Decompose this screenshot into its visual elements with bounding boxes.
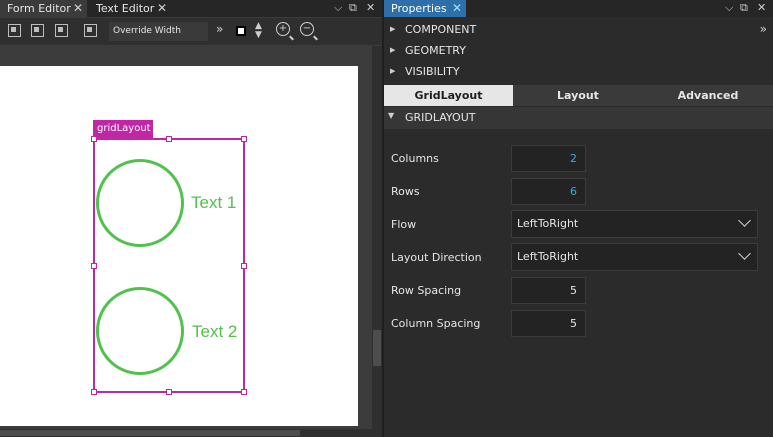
chevron-down-icon[interactable]: ⌵: [725, 1, 733, 15]
zoom-in-icon[interactable]: +: [276, 22, 290, 36]
tab-properties-label: Properties: [391, 2, 447, 15]
undock-icon[interactable]: ⧉: [740, 1, 748, 15]
tab-layout[interactable]: Layout: [513, 85, 643, 106]
tab-properties[interactable]: Properties ✕: [384, 0, 466, 17]
close-icon[interactable]: ✕: [157, 0, 167, 17]
layout-tag[interactable]: gridLayout: [93, 120, 153, 138]
row-spacing-spinbox[interactable]: 5: [511, 277, 586, 304]
row-spacing-label: Row Spacing: [391, 284, 462, 297]
grid-layout-selection[interactable]: Text 1 Text 2: [91, 136, 247, 395]
property-subtabs: GridLayout Layout Advanced: [384, 85, 773, 106]
resize-handle[interactable]: [91, 136, 97, 142]
close-icon[interactable]: ✕: [366, 1, 375, 14]
section-component[interactable]: ▶ COMPONENT: [384, 19, 773, 40]
close-icon[interactable]: ✕: [452, 0, 462, 17]
expand-arrow-icon: ▶: [390, 25, 396, 33]
properties-pane: Properties ✕ ⌵ ⧉ ✕ » ▶ COMPONENT ▶ GEOME…: [384, 0, 773, 437]
expand-arrow-icon: ▶: [390, 67, 396, 75]
tab-form-editor[interactable]: Form Editor ✕: [0, 0, 87, 17]
vertical-scrollbar-thumb[interactable]: [373, 330, 381, 366]
flow-label: Flow: [391, 218, 417, 231]
tab-text-editor[interactable]: Text Editor ✕: [89, 0, 171, 17]
anchor-icon[interactable]: [55, 24, 68, 37]
resize-handle[interactable]: [166, 389, 172, 395]
columns-label: Columns: [391, 152, 439, 165]
section-label: VISIBILITY: [405, 65, 460, 78]
resize-handle[interactable]: [91, 263, 97, 269]
text-item-2[interactable]: Text 2: [192, 322, 237, 342]
expand-arrow-icon: ▶: [390, 46, 396, 54]
resize-handle[interactable]: [91, 389, 97, 395]
select-rect-icon[interactable]: [84, 24, 97, 37]
section-visibility[interactable]: ▶ VISIBILITY: [384, 61, 773, 82]
section-geometry[interactable]: ▶ GEOMETRY: [384, 40, 773, 61]
form-editor-toolbar: Override Width » ▲ ▼ + −: [0, 18, 382, 45]
tab-gridlayout[interactable]: GridLayout: [384, 85, 513, 106]
align-left-icon[interactable]: [8, 24, 21, 37]
chevron-down-icon[interactable]: ⌵: [334, 1, 342, 15]
tab-text-editor-label: Text Editor: [96, 2, 155, 15]
gridlayout-properties: Columns 2 Rows 6 Flow LeftToRight Layout…: [384, 129, 773, 437]
background-color-icon[interactable]: [236, 26, 246, 36]
close-icon[interactable]: ✕: [73, 0, 83, 17]
section-label: GEOMETRY: [405, 44, 466, 57]
resize-handle[interactable]: [241, 136, 247, 142]
column-spacing-spinbox[interactable]: 5: [511, 310, 586, 337]
flow-value: LeftToRight: [517, 217, 579, 230]
collapse-arrow-icon: ▼: [388, 111, 395, 120]
resize-handle[interactable]: [241, 389, 247, 395]
toolbar-more-button[interactable]: »: [216, 22, 223, 36]
updown-arrows-icon[interactable]: ▲ ▼: [255, 22, 262, 40]
undock-icon[interactable]: ⧉: [349, 1, 357, 15]
circle-item-2[interactable]: [96, 287, 184, 375]
right-tab-bar: Properties ✕ ⌵ ⧉ ✕: [384, 0, 773, 17]
section-label: COMPONENT: [405, 23, 477, 36]
resize-handle[interactable]: [166, 136, 172, 142]
vertical-scrollbar[interactable]: [372, 46, 382, 437]
rows-label: Rows: [391, 185, 420, 198]
override-width-dropdown[interactable]: Override Width: [109, 22, 208, 41]
form-canvas[interactable]: gridLayout Text 1 Text 2: [0, 66, 358, 426]
horizontal-scrollbar-thumb[interactable]: [0, 430, 300, 436]
chevron-down-icon: [738, 214, 751, 227]
zoom-out-icon[interactable]: −: [300, 22, 314, 36]
text-item-1[interactable]: Text 1: [191, 193, 236, 213]
flow-combobox[interactable]: LeftToRight: [511, 210, 758, 238]
form-editor-pane: Form Editor ✕ Text Editor ✕ ⌵ ⧉ ✕ Overri…: [0, 0, 382, 437]
rows-spinbox[interactable]: 6: [511, 178, 586, 205]
tab-advanced[interactable]: Advanced: [643, 85, 773, 106]
columns-spinbox[interactable]: 2: [511, 145, 586, 172]
close-icon[interactable]: ✕: [757, 1, 766, 14]
gridlayout-group-header[interactable]: ▼ GRIDLAYOUT: [384, 107, 773, 129]
column-spacing-label: Column Spacing: [391, 317, 481, 330]
left-tab-bar: Form Editor ✕ Text Editor ✕ ⌵ ⧉ ✕: [0, 0, 382, 17]
layout-direction-value: LeftToRight: [517, 250, 579, 263]
tab-form-editor-label: Form Editor: [7, 2, 71, 15]
layout-direction-label: Layout Direction: [391, 251, 482, 264]
canvas-area: gridLayout Text 1 Text 2: [0, 46, 372, 437]
chevron-down-icon: [738, 247, 751, 260]
layout-direction-combobox[interactable]: LeftToRight: [511, 243, 758, 271]
horizontal-scrollbar[interactable]: [0, 429, 372, 437]
group-title: GRIDLAYOUT: [405, 111, 476, 124]
align-top-icon[interactable]: [31, 24, 44, 37]
resize-handle[interactable]: [241, 263, 247, 269]
circle-item-1[interactable]: [96, 159, 184, 247]
